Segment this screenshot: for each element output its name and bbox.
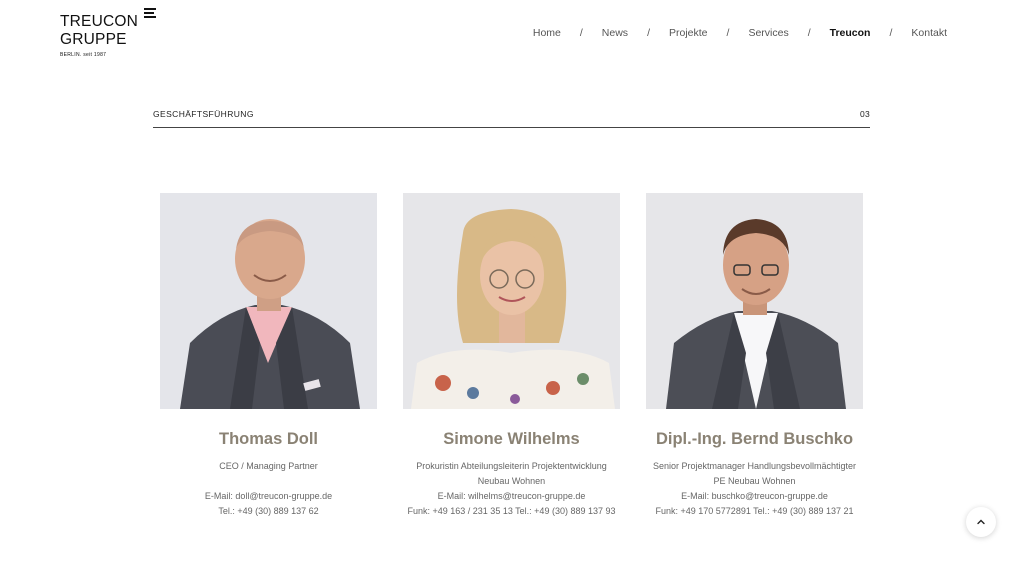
logo-bars-icon — [144, 8, 156, 22]
person-photo — [160, 193, 377, 409]
person-phone[interactable]: Funk: +49 170 5772891 Tel.: +49 (30) 889… — [646, 504, 863, 519]
logo-tagline: BERLIN. seit 1987 — [60, 52, 107, 58]
nav-item-treucon[interactable]: Treucon — [830, 26, 871, 40]
person-role: Prokuristin Abteilungsleiterin Projekten… — [416, 461, 607, 486]
person-card: Thomas Doll CEO / Managing Partner E-Mai… — [160, 193, 377, 519]
person-contact: E-Mail: wilhelms@treucon-gruppe.de Funk:… — [403, 489, 620, 519]
person-role: CEO / Managing Partner — [219, 461, 318, 471]
person-photo — [646, 193, 863, 409]
nav-item-news[interactable]: News — [602, 26, 628, 40]
person-card: Dipl.-Ing. Bernd Buschko Senior Projektm… — [646, 193, 863, 519]
person-name: Simone Wilhelms — [443, 430, 580, 448]
nav-item-services[interactable]: Services — [748, 26, 788, 40]
person-name: Thomas Doll — [218, 430, 318, 448]
person-name: Dipl.-Ing. Bernd Buschko — [655, 430, 854, 448]
nav-separator: / — [726, 27, 730, 39]
logo-wordmark-line1: TREUCON — [60, 13, 139, 30]
person-contact: E-Mail: buschko@treucon-gruppe.de Funk: … — [646, 489, 863, 519]
person-card: Simone Wilhelms Prokuristin Abteilungsle… — [403, 193, 620, 519]
person-contact: E-Mail: doll@treucon-gruppe.de Tel.: +49… — [160, 489, 377, 519]
nav-separator: / — [579, 27, 583, 39]
nav-item-projekte[interactable]: Projekte — [669, 26, 708, 40]
person-phone[interactable]: Tel.: +49 (30) 889 137 62 — [160, 504, 377, 519]
nav-item-home[interactable]: Home — [533, 26, 561, 40]
main-nav: Home / News / Projekte / Services / Treu… — [533, 26, 947, 40]
person-phone[interactable]: Funk: +49 163 / 231 35 13 Tel.: +49 (30)… — [403, 504, 620, 519]
logo[interactable]: TREUCON GRUPPE BERLIN. seit 1987 — [60, 8, 160, 60]
chevron-up-icon — [977, 519, 985, 525]
section-title: GESCHÄFTSFÜHRUNG — [153, 109, 254, 119]
scroll-to-top-button[interactable] — [966, 507, 996, 537]
nav-item-kontakt[interactable]: Kontakt — [911, 26, 947, 40]
person-email[interactable]: E-Mail: doll@treucon-gruppe.de — [160, 489, 377, 504]
nav-separator: / — [807, 27, 811, 39]
portrait-illustration — [403, 193, 620, 409]
person-email[interactable]: E-Mail: buschko@treucon-gruppe.de — [646, 489, 863, 504]
logo-wordmark-line2: GRUPPE — [60, 31, 127, 48]
nav-separator: / — [889, 27, 893, 39]
section-number: 03 — [859, 109, 870, 119]
portrait-illustration — [646, 193, 863, 409]
person-photo — [403, 193, 620, 409]
person-role: Senior Projektmanager Handlungsbevollmäc… — [652, 461, 857, 486]
person-email[interactable]: E-Mail: wilhelms@treucon-gruppe.de — [403, 489, 620, 504]
portrait-illustration — [160, 193, 377, 409]
section-header: GESCHÄFTSFÜHRUNG 03 — [153, 109, 870, 128]
nav-separator: / — [647, 27, 650, 39]
